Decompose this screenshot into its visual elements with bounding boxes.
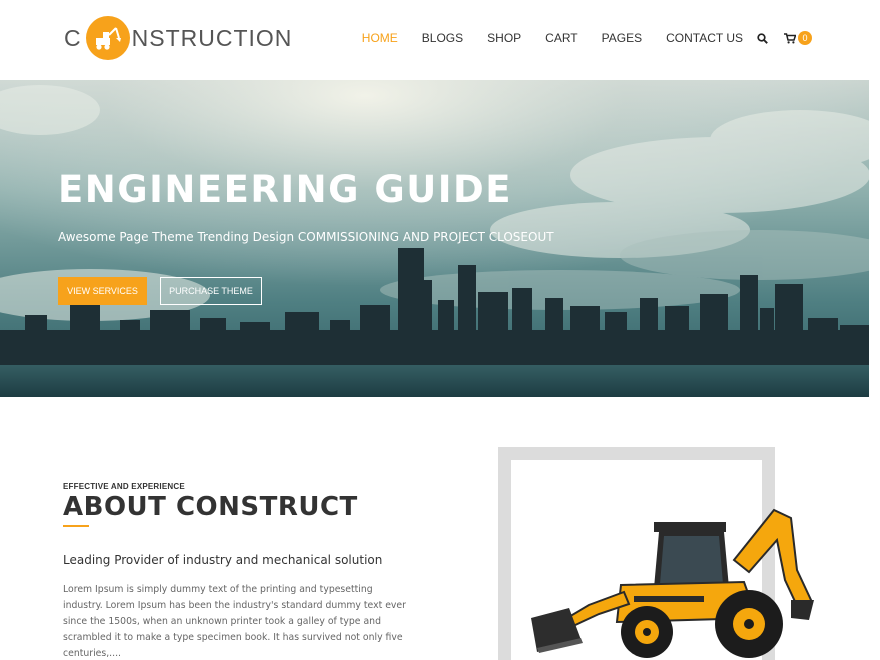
nav-item-contact-us[interactable]: CONTACT US xyxy=(666,31,743,45)
about-title: ABOUT CONSTRUCT xyxy=(63,492,358,522)
logo-text-start: C xyxy=(64,24,82,51)
cart-count-badge: 0 xyxy=(798,31,812,45)
title-underline xyxy=(63,525,89,527)
purchase-theme-button[interactable]: PURCHASE THEME xyxy=(160,277,262,305)
site-header: C NSTRUCT ION HOME BLOGS SHOP CART PAGES… xyxy=(0,0,880,80)
hero-title: ENGINEERING GUIDE xyxy=(58,168,513,211)
nav-item-cart[interactable]: CART xyxy=(545,31,577,45)
about-lead: Leading Provider of industry and mechani… xyxy=(63,553,383,567)
logo-text-end: ION xyxy=(248,24,293,51)
nav-item-home[interactable]: HOME xyxy=(362,31,398,45)
cart-icon xyxy=(784,32,796,43)
backhoe-loader-image xyxy=(511,460,814,660)
nav-item-blogs[interactable]: BLOGS xyxy=(422,31,463,45)
hero-banner: ENGINEERING GUIDE Awesome Page Theme Tre… xyxy=(0,80,869,397)
nav-item-pages[interactable]: PAGES xyxy=(602,31,642,45)
about-image-frame xyxy=(498,447,814,660)
site-logo[interactable]: C NSTRUCT ION xyxy=(64,16,292,60)
logo-text-middle: NSTRUCT xyxy=(131,24,249,51)
search-icon[interactable] xyxy=(757,32,768,44)
about-eyebrow: EFFECTIVE AND EXPERIENCE xyxy=(63,482,185,491)
hero-subtitle: Awesome Page Theme Trending Design COMMI… xyxy=(58,230,554,244)
about-body: Lorem Ipsum is simply dummy text of the … xyxy=(63,584,406,659)
excavator-logo-icon xyxy=(85,16,130,60)
view-services-button[interactable]: VIEW SERVICES xyxy=(58,277,147,305)
main-nav: HOME BLOGS SHOP CART PAGES CONTACT US 0 xyxy=(338,31,812,45)
cart-button[interactable]: 0 xyxy=(784,31,812,45)
nav-item-shop[interactable]: SHOP xyxy=(487,31,521,45)
